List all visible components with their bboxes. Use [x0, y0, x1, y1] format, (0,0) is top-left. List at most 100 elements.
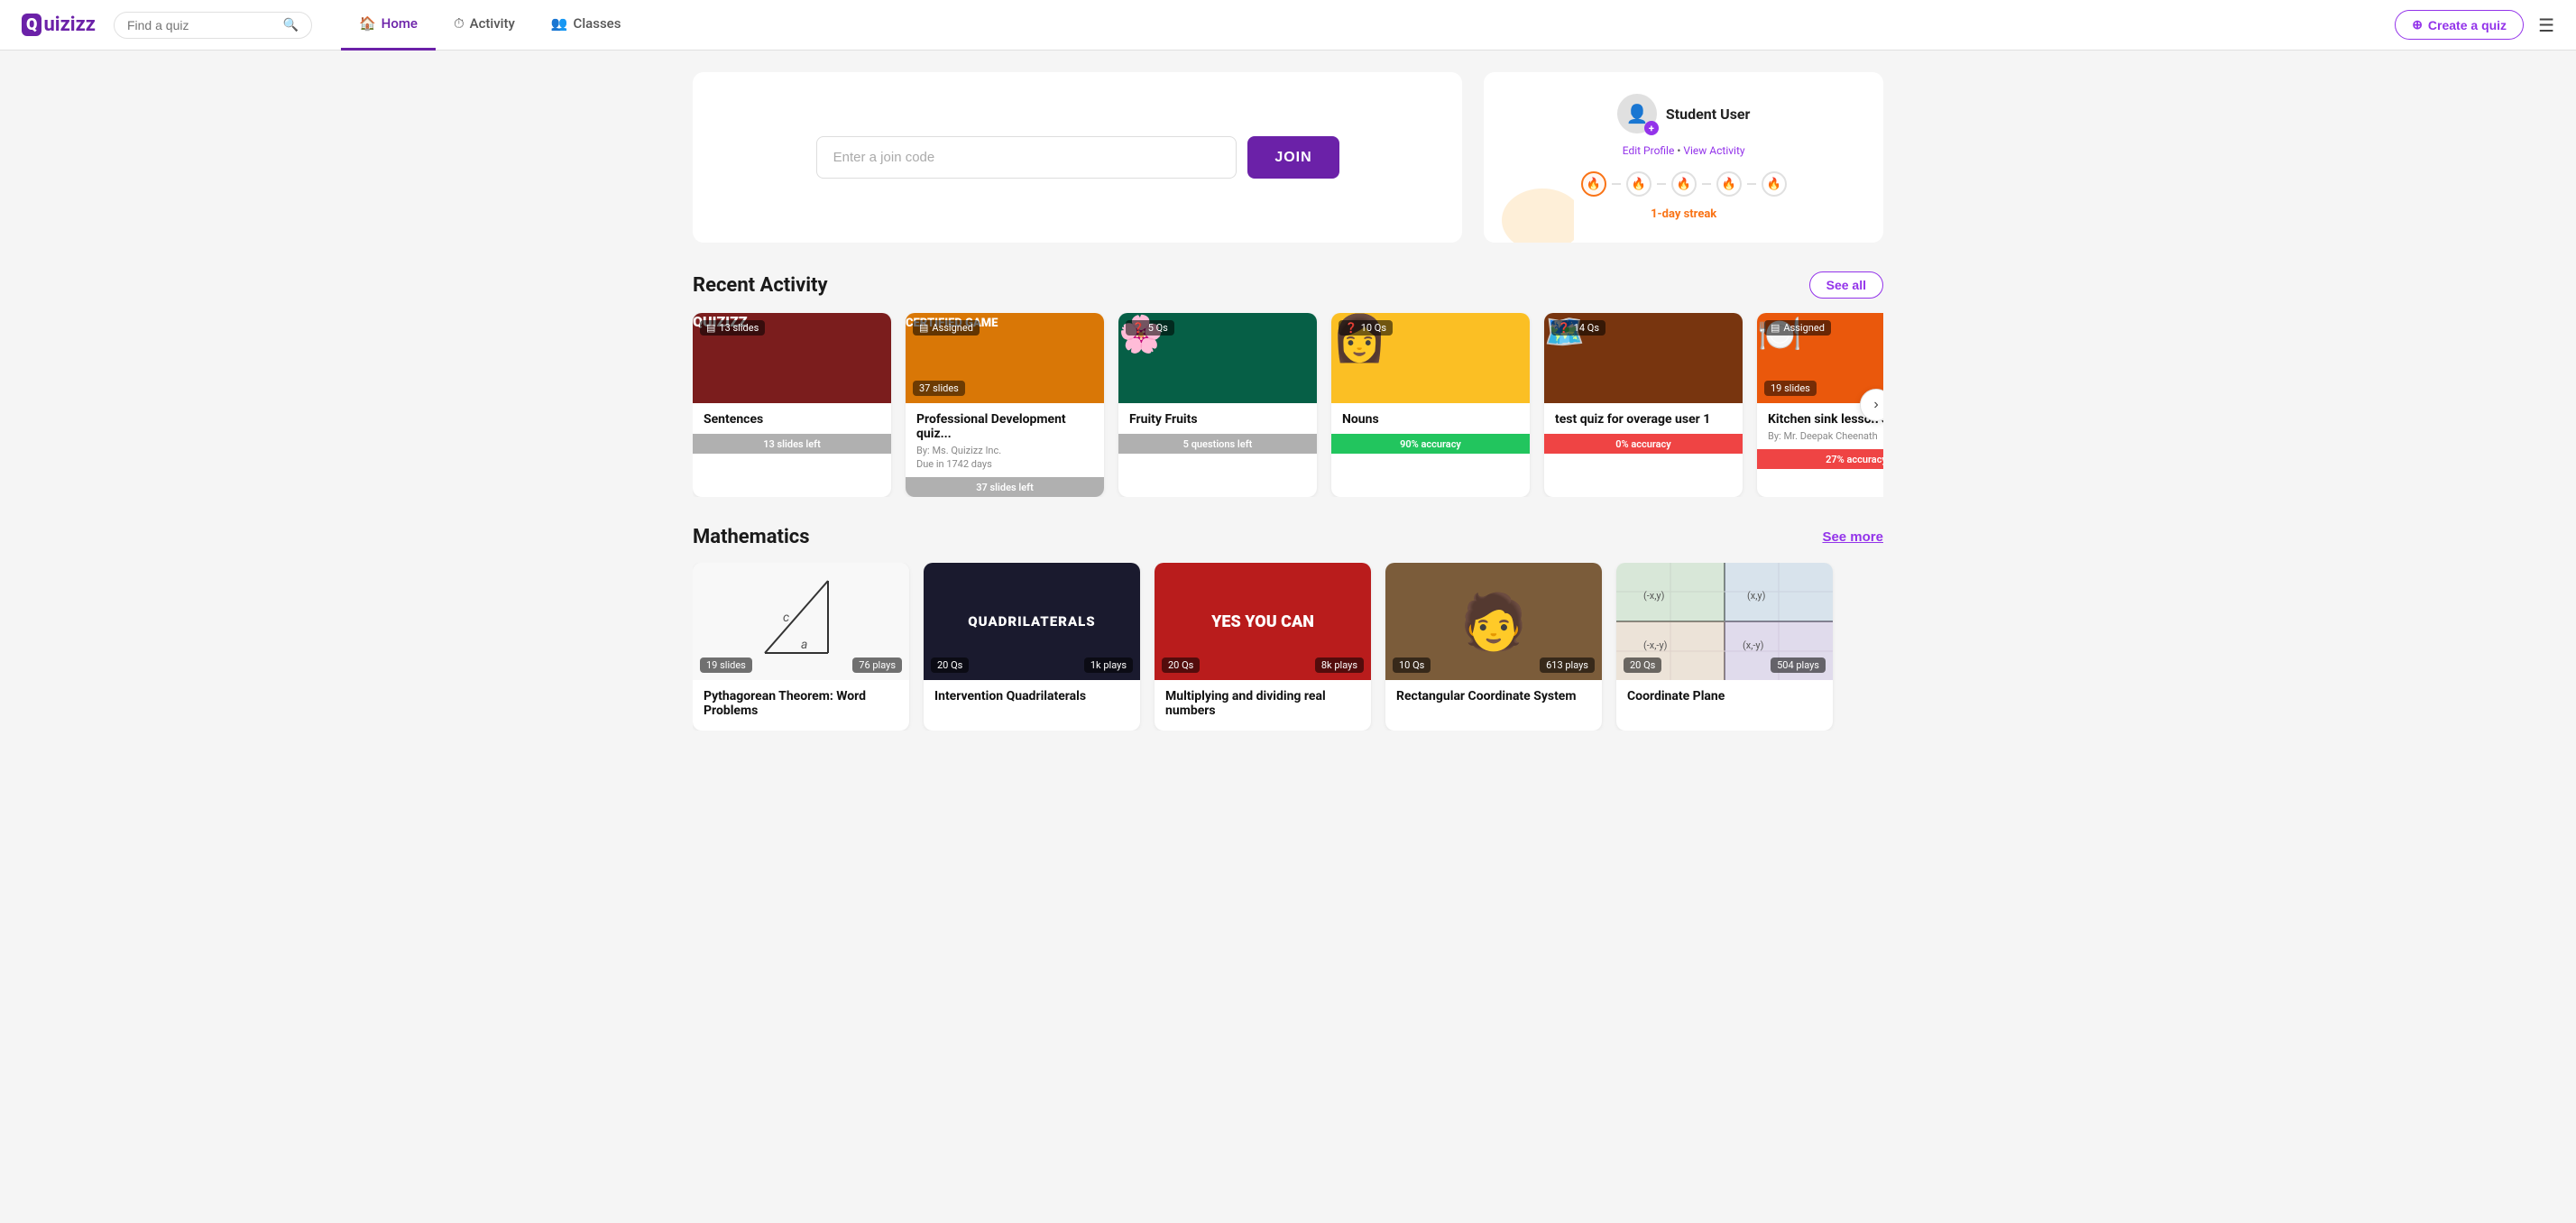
- math-card-coordinate[interactable]: (-x,y) (x,y) (-x,-y) (x,-y) 20 Qs 504 pl…: [1616, 563, 1833, 731]
- activity-card-nouns[interactable]: 👩 ❓ 10 Qs Nouns 90% accuracy: [1331, 313, 1530, 497]
- see-all-button[interactable]: See all: [1809, 271, 1883, 299]
- qs-icon: ❓: [1558, 322, 1570, 334]
- see-more-button[interactable]: See more: [1822, 529, 1883, 545]
- math-thumb-coordinate: (-x,y) (x,y) (-x,-y) (x,-y) 20 Qs 504 pl…: [1616, 563, 1833, 680]
- math-thumb-rectangular: 🧑 10 Qs 613 plays: [1385, 563, 1602, 680]
- math-badge-row-multiplying: 20 Qs 8k plays: [1162, 657, 1364, 673]
- plays-badge-multiplying: 8k plays: [1315, 657, 1364, 673]
- streak-day-3: 🔥: [1671, 171, 1697, 197]
- math-badge-row-pythagorean: 19 slides 76 plays: [700, 657, 902, 673]
- svg-text:(x,-y): (x,-y): [1743, 639, 1764, 651]
- hamburger-icon[interactable]: ☰: [2538, 14, 2554, 36]
- card-progress-nouns: 90% accuracy: [1331, 434, 1530, 454]
- nav-classes[interactable]: 👥 Classes: [533, 0, 639, 51]
- qs-badge-multiplying: 20 Qs: [1162, 657, 1200, 673]
- assigned-label: Assigned: [1783, 322, 1825, 334]
- streak-connector-4: [1747, 183, 1756, 185]
- card-thumb-fruity: 🌸 ❓ 5 Qs: [1118, 313, 1317, 403]
- math-card-title-rectangular: Rectangular Coordinate System: [1396, 689, 1591, 703]
- slides-badge-professional: 37 slides: [913, 381, 965, 396]
- nav-right: ⊕ Create a quiz ☰: [2395, 10, 2554, 40]
- streak-day-4: 🔥: [1716, 171, 1742, 197]
- hero-row: JOIN 👤 + Student User Edit Profile • Vie…: [693, 72, 1883, 243]
- profile-decor: [1502, 189, 1574, 243]
- view-activity-link[interactable]: View Activity: [1683, 144, 1744, 157]
- badge-label: 14 Qs: [1574, 322, 1599, 334]
- card-progress-testquiz: 0% accuracy: [1544, 434, 1743, 454]
- classes-icon: 👥: [551, 15, 568, 32]
- svg-text:c: c: [783, 611, 789, 625]
- card-badge-fruity: ❓ 5 Qs: [1126, 320, 1174, 336]
- math-card-body-pythagorean: Pythagorean Theorem: Word Problems: [693, 680, 909, 731]
- join-card: JOIN: [693, 72, 1462, 243]
- card-title-testquiz: test quiz for overage user 1: [1555, 412, 1732, 427]
- card-sub2-professional: Due in 1742 days: [916, 458, 1093, 470]
- slides-badge-kitchensink: 19 slides: [1764, 381, 1817, 396]
- card-body-fruity: Fruity Fruits: [1118, 403, 1317, 427]
- math-thumb-multiplying: YES YOU CAN 20 Qs 8k plays: [1155, 563, 1371, 680]
- join-button[interactable]: JOIN: [1247, 136, 1339, 179]
- card-title-nouns: Nouns: [1342, 412, 1519, 427]
- join-code-input[interactable]: [816, 136, 1237, 179]
- card-thumb-professional: CERTIFIED GAME ▤ Assigned 37 slides: [906, 313, 1104, 403]
- streak-day-5: 🔥: [1762, 171, 1787, 197]
- nav-classes-label: Classes: [574, 15, 621, 32]
- assigned-badge-kitchensink: ▤ Assigned: [1764, 320, 1831, 336]
- streak-day-2: 🔥: [1626, 171, 1651, 197]
- card-sub1-professional: By: Ms. Quizizz Inc.: [916, 445, 1093, 456]
- nav-links: 🏠 Home ⏱ Activity 👥 Classes: [341, 0, 2395, 51]
- streak-connector-1: [1612, 183, 1621, 185]
- activity-card-professional[interactable]: CERTIFIED GAME ▤ Assigned 37 slides Prof…: [906, 313, 1104, 497]
- math-card-title-pythagorean: Pythagorean Theorem: Word Problems: [704, 689, 898, 718]
- card-body-testquiz: test quiz for overage user 1: [1544, 403, 1743, 427]
- math-thumb-quadrilaterals: QUADRILATERALS 20 Qs 1k plays: [924, 563, 1140, 680]
- card-thumb-testquiz: 🗺️ ❓ 14 Qs: [1544, 313, 1743, 403]
- math-card-multiplying[interactable]: YES YOU CAN 20 Qs 8k plays Multiplying a…: [1155, 563, 1371, 731]
- plays-badge-rectangular: 613 plays: [1540, 657, 1595, 673]
- mathematics-header: Mathematics See more: [693, 526, 1883, 548]
- logo-text: uizizz: [43, 14, 96, 36]
- assigned-label: Assigned: [932, 322, 973, 334]
- plays-badge-coordinate: 504 plays: [1771, 657, 1826, 673]
- card-progress-sentences: 13 slides left: [693, 434, 891, 454]
- card-title-fruity: Fruity Fruits: [1129, 412, 1306, 427]
- assigned-icon: ▤: [919, 322, 928, 334]
- create-quiz-plus-icon: ⊕: [2412, 17, 2423, 32]
- recent-activity-title: Recent Activity: [693, 274, 828, 297]
- math-badge-row-rectangular: 10 Qs 613 plays: [1393, 657, 1595, 673]
- card-thumb-nouns: 👩 ❓ 10 Qs: [1331, 313, 1530, 403]
- slides-badge-pythagorean: 19 slides: [700, 657, 752, 673]
- join-form: JOIN: [816, 136, 1339, 179]
- nav-activity[interactable]: ⏱ Activity: [436, 0, 533, 51]
- svg-text:(-x,y): (-x,y): [1643, 590, 1665, 602]
- search-bar[interactable]: 🔍: [114, 12, 312, 39]
- math-badge-row-coordinate: 20 Qs 504 plays: [1624, 657, 1826, 673]
- profile-card: 👤 + Student User Edit Profile • View Act…: [1484, 72, 1883, 243]
- math-card-pythagorean[interactable]: c a 19 slides 76 plays Pythagorean Theor…: [693, 563, 909, 731]
- avatar-wrap: 👤 + Student User: [1617, 94, 1751, 133]
- badge-label: 13 slides: [719, 322, 759, 334]
- math-card-rectangular[interactable]: 🧑 10 Qs 613 plays Rectangular Coordinate…: [1385, 563, 1602, 731]
- search-input[interactable]: [127, 18, 278, 32]
- card-progress-fruity: 5 questions left: [1118, 434, 1317, 454]
- card-title-sentences: Sentences: [704, 412, 880, 427]
- math-card-quadrilaterals[interactable]: QUADRILATERALS 20 Qs 1k plays Interventi…: [924, 563, 1140, 731]
- thumb-emoji-rectangular: 🧑: [1460, 590, 1528, 654]
- activity-card-fruity[interactable]: 🌸 ❓ 5 Qs Fruity Fruits 5 questions left: [1118, 313, 1317, 497]
- logo[interactable]: Q uizizz: [22, 14, 96, 36]
- slides-icon: ▤: [706, 322, 715, 334]
- activity-card-sentences[interactable]: QUIZIZZ ▤ 13 slides Sentences 13 slides …: [693, 313, 891, 497]
- card-body-professional: Professional Development quiz... By: Ms.…: [906, 403, 1104, 470]
- math-card-body-rectangular: Rectangular Coordinate System: [1385, 680, 1602, 716]
- profile-name: Student User: [1666, 106, 1751, 123]
- streak-day-1: 🔥: [1581, 171, 1606, 197]
- plays-badge-quadrilaterals: 1k plays: [1084, 657, 1133, 673]
- thumb-text-multiplying: YES YOU CAN: [1211, 612, 1314, 631]
- activity-card-testquiz[interactable]: 🗺️ ❓ 14 Qs test quiz for overage user 1 …: [1544, 313, 1743, 497]
- avatar-plus-icon: +: [1644, 121, 1659, 135]
- decor-shape: [1502, 189, 1574, 243]
- edit-profile-link[interactable]: Edit Profile: [1623, 144, 1675, 157]
- nav-home-label: Home: [382, 15, 418, 32]
- create-quiz-button[interactable]: ⊕ Create a quiz: [2395, 10, 2524, 40]
- nav-home[interactable]: 🏠 Home: [341, 0, 436, 51]
